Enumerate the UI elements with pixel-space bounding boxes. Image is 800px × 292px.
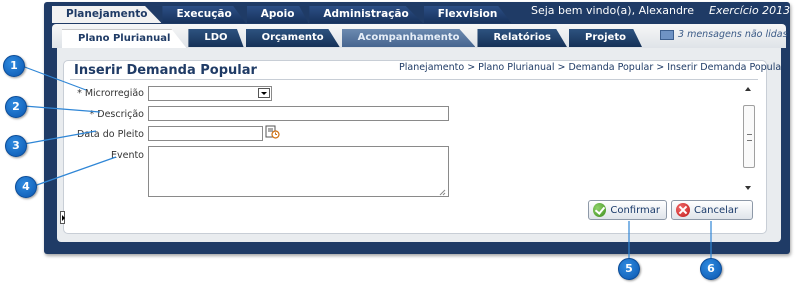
callout-leaders xyxy=(21,65,712,258)
callout-3: 3 xyxy=(5,135,27,157)
callout-6: 6 xyxy=(700,258,722,280)
callout-1: 1 xyxy=(3,55,25,77)
callout-2: 2 xyxy=(5,96,27,118)
callout-4: 4 xyxy=(15,176,37,198)
callout-5: 5 xyxy=(618,258,640,280)
